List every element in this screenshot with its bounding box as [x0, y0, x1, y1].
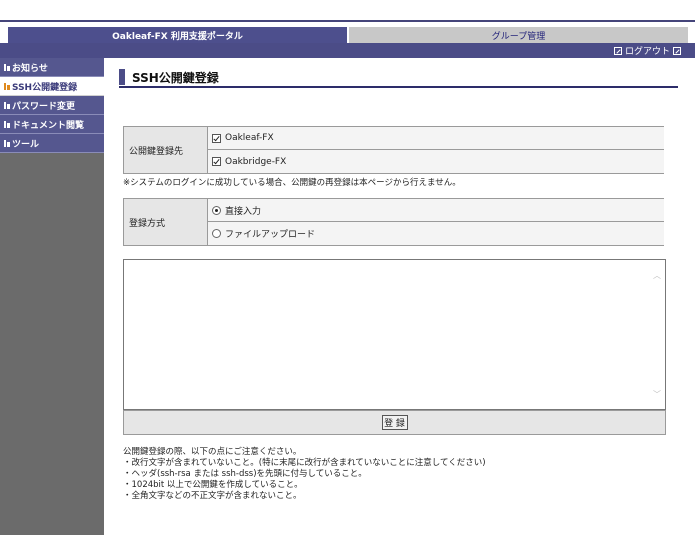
header-band [0, 43, 695, 58]
top-rule [0, 20, 695, 22]
file-upload-radio[interactable] [212, 229, 221, 238]
caution-line: 公開鍵登録の際、以下の点にご注意ください。 [123, 447, 302, 457]
tab-group-label: グループ管理 [491, 31, 546, 42]
destination-label: 公開鍵登録先 [124, 127, 208, 173]
method-option-direct[interactable]: 直接入力 [208, 199, 664, 222]
chevron-up-icon[interactable]: ︿ [653, 270, 661, 280]
public-key-textarea[interactable] [123, 259, 666, 410]
page-title: SSH公開鍵登録 [119, 68, 678, 88]
caution-line: ・改行文字が含まれていないこと。(特に末尾に改行が含まれていないことに注意してく… [123, 458, 486, 468]
method-table: 登録方式 直接入力 ファイルアップロード [123, 198, 664, 246]
tab-portal-label: Oakleaf-FX 利用支援ポータル [112, 31, 243, 42]
method-option-upload[interactable]: ファイルアップロード [208, 222, 664, 245]
submit-bar: 登 録 [123, 410, 666, 435]
direct-input-label: 直接入力 [225, 206, 262, 217]
chevron-down-icon[interactable]: ﹀ [653, 389, 661, 399]
page-title-text: SSH公開鍵登録 [132, 70, 219, 85]
sidebar-item-label: ツール [12, 139, 40, 150]
logout-left-icon [613, 46, 622, 55]
sidebar-item-label: お知らせ [12, 63, 48, 74]
page-icon [4, 120, 10, 128]
title-marker [119, 69, 125, 85]
login-note: ※システムのログインに成功している場合、公開鍵の再登録は本ページから行えません。 [123, 178, 461, 188]
oakbridge-label: Oakbridge-FX [225, 156, 287, 167]
sidebar-item-tools[interactable]: ツール [0, 134, 104, 153]
tab-portal[interactable]: Oakleaf-FX 利用支援ポータル [8, 27, 347, 43]
sidebar-item-ssh-key[interactable]: SSH公開鍵登録 [0, 77, 104, 96]
top-whitespace [0, 0, 695, 20]
oakleaf-label: Oakleaf-FX [225, 133, 274, 143]
file-upload-label: ファイルアップロード [225, 230, 316, 240]
destination-table: 公開鍵登録先 Oakleaf-FX Oakbridge-FX [123, 126, 664, 174]
sidebar-item-documents[interactable]: ドキュメント閲覧 [0, 115, 104, 134]
caution-line: ・ヘッダ(ssh-rsa または ssh-dss)を先頭に付与していること。 [123, 469, 367, 479]
sidebar: お知らせ SSH公開鍵登録 パスワード変更 ドキュメント閲覧 ツール [0, 58, 104, 535]
destination-option-oakbridge[interactable]: Oakbridge-FX [208, 150, 664, 173]
logout-label: ログアウト [624, 47, 670, 57]
logout-right-icon [673, 46, 681, 55]
sidebar-item-label: ドキュメント閲覧 [12, 120, 85, 131]
sidebar-item-label: SSH公開鍵登録 [12, 82, 78, 93]
page-icon [4, 82, 10, 90]
method-label: 登録方式 [124, 199, 208, 245]
page-icon [4, 63, 10, 71]
sidebar-item-news[interactable]: お知らせ [0, 58, 104, 77]
oakbridge-checkbox[interactable] [212, 157, 221, 166]
tab-group-management[interactable]: グループ管理 [349, 27, 688, 43]
oakleaf-checkbox[interactable] [212, 133, 221, 143]
sidebar-item-label: パスワード変更 [12, 101, 76, 112]
caution-line: ・全角文字などの不正文字が含まれないこと。 [123, 491, 302, 501]
caution-notes: 公開鍵登録の際、以下の点にご注意ください。 ・改行文字が含まれていないこと。(特… [123, 447, 486, 502]
direct-input-radio[interactable] [212, 205, 221, 215]
caution-line: ・1024bit 以上で公開鍵を作成していること。 [123, 480, 303, 490]
destination-option-oakleaf[interactable]: Oakleaf-FX [208, 127, 664, 150]
page-icon [4, 101, 10, 109]
logout-link[interactable]: ログアウト [613, 44, 681, 57]
page-icon [4, 139, 10, 147]
register-button[interactable]: 登 録 [381, 415, 408, 430]
sidebar-item-password[interactable]: パスワード変更 [0, 96, 104, 115]
